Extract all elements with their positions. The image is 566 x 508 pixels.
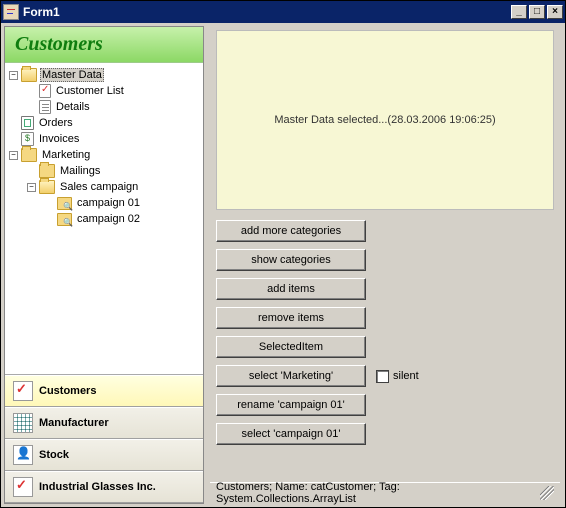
tree-label[interactable]: campaign 01 [75,197,142,209]
nav-section-label: Customers [39,385,96,397]
minimize-button[interactable]: _ [511,5,527,19]
tree-label[interactable]: campaign 02 [75,213,142,225]
nav-section-label: Industrial Glasses Inc. [39,481,156,493]
document-icon [39,100,51,114]
main-panel: Master Data selected...(28.03.2006 19:06… [208,26,562,504]
rename-campaign-01-button[interactable]: rename 'campaign 01' [216,394,366,416]
tree-item-campaign-02[interactable]: campaign 02 [7,211,201,227]
campaign-icon [57,213,72,226]
invoices-icon [21,132,34,146]
tree-view[interactable]: − Master Data Customer List Details [5,63,203,374]
add-more-categories-button[interactable]: add more categories [216,220,366,242]
collapse-icon[interactable]: − [9,71,18,80]
folder-open-icon [39,180,55,194]
status-text: Customers; Name: catCustomer; Tag: Syste… [216,481,540,505]
calendar-icon [13,413,33,433]
window-title: Form1 [23,5,60,19]
campaign-icon [57,197,72,210]
info-note-text: Master Data selected...(28.03.2006 19:06… [274,114,495,126]
tree-label[interactable]: Details [54,101,92,113]
window: Form1 _ □ × Customers − Master Data Cust… [0,0,566,508]
collapse-icon[interactable]: − [9,151,18,160]
app-icon [3,4,19,20]
show-categories-button[interactable]: show categories [216,249,366,271]
tree-label[interactable]: Mailings [58,165,102,177]
silent-checkbox[interactable] [376,370,389,383]
person-icon [13,445,33,465]
select-campaign-01-button[interactable]: select 'campaign 01' [216,423,366,445]
orders-icon [21,116,34,130]
tree-item-campaign-01[interactable]: campaign 01 [7,195,201,211]
tree-label[interactable]: Orders [37,117,75,129]
nav-sections: Customers Manufacturer Stock Industrial … [5,374,203,503]
document-check-icon [39,84,51,98]
checklist-icon [13,381,33,401]
tree-item-marketing[interactable]: − Marketing [7,147,201,163]
nav-section-customers[interactable]: Customers [5,375,203,407]
collapse-icon[interactable]: − [27,183,36,192]
selected-item-button[interactable]: SelectedItem [216,336,366,358]
tree-item-master-data[interactable]: − Master Data [7,67,201,83]
info-note: Master Data selected...(28.03.2006 19:06… [216,30,554,210]
tree-item-invoices[interactable]: Invoices [7,131,201,147]
tree-label[interactable]: Master Data [40,68,104,82]
navigation-pane: Customers − Master Data Customer List [4,26,204,504]
add-items-button[interactable]: add items [216,278,366,300]
tree-item-customer-list[interactable]: Customer List [7,83,201,99]
silent-label: silent [393,370,419,382]
nav-section-label: Manufacturer [39,417,109,429]
select-marketing-button[interactable]: select 'Marketing' [216,365,366,387]
tree-item-details[interactable]: Details [7,99,201,115]
nav-section-industrial[interactable]: Industrial Glasses Inc. [5,471,203,503]
tree-item-sales-campaign[interactable]: − Sales campaign [7,179,201,195]
tree-label[interactable]: Customer List [54,85,126,97]
tree-label[interactable]: Marketing [40,149,92,161]
resize-grip-icon[interactable] [540,486,554,500]
nav-section-stock[interactable]: Stock [5,439,203,471]
tree-item-orders[interactable]: Orders [7,115,201,131]
nav-section-manufacturer[interactable]: Manufacturer [5,407,203,439]
tree-label[interactable]: Invoices [37,133,81,145]
folder-icon [39,164,55,178]
tree-label[interactable]: Sales campaign [58,181,140,193]
nav-section-label: Stock [39,449,69,461]
remove-items-button[interactable]: remove items [216,307,366,329]
checklist-icon [13,477,33,497]
titlebar: Form1 _ □ × [1,1,565,23]
folder-icon [21,148,37,162]
close-button[interactable]: × [547,5,563,19]
folder-open-icon [21,68,37,82]
status-bar: Customers; Name: catCustomer; Tag: Syste… [210,482,560,502]
maximize-button[interactable]: □ [529,5,545,19]
nav-header: Customers [5,27,203,63]
tree-item-mailings[interactable]: Mailings [7,163,201,179]
